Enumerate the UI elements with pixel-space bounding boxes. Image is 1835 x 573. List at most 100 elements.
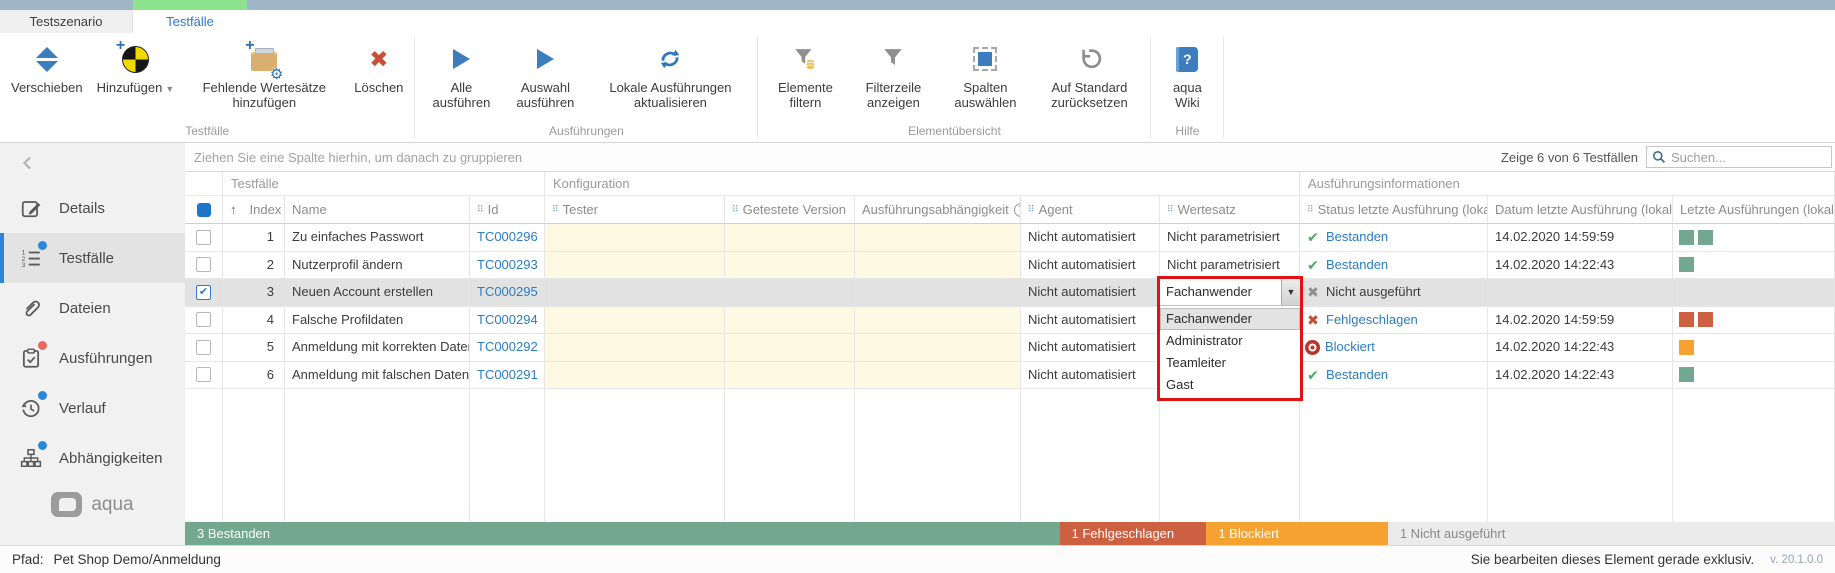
ausfuehrungsabhaengigkeit-cell[interactable] (855, 252, 1021, 280)
ausfuehrungsabhaengigkeit-cell[interactable] (855, 307, 1021, 335)
auswahl-ausfuehren-button[interactable]: Auswahl ausführen (503, 39, 587, 110)
elemente-filtern-button[interactable]: Elemente filtern (762, 39, 848, 110)
auf-standard-zuruecksetzen-button[interactable]: Auf Standard zurücksetzen (1032, 39, 1146, 110)
column-header-tester[interactable]: ⠿Tester (545, 196, 725, 224)
group-by-drop-zone[interactable]: Ziehen Sie eine Spalte hierhin, um danac… (194, 150, 522, 165)
ausfuehrungsabhaengigkeit-cell[interactable] (855, 279, 1021, 307)
ausfuehrungsabhaengigkeit-cell[interactable] (855, 362, 1021, 390)
column-header-agent[interactable]: ⠿Agent (1021, 196, 1160, 224)
hinzufuegen-button[interactable]: + Hinzufügen▼ (90, 39, 182, 97)
band-konfiguration: Konfiguration (545, 172, 1300, 196)
testcase-id-link[interactable]: TC000294 (477, 312, 538, 327)
agent-cell[interactable]: Nicht automatisiert (1021, 307, 1160, 335)
sidebar-item-details[interactable]: Details (0, 183, 185, 233)
row-checkbox[interactable] (196, 312, 211, 327)
column-header-index[interactable]: ↑Index (223, 196, 285, 224)
fehlende-wertesaetze-button[interactable]: +⚙ Fehlende Wertesätze hinzufügen (181, 39, 347, 110)
dropdown-option-teamleiter[interactable]: Teamleiter (1160, 352, 1300, 374)
row-checkbox[interactable] (196, 367, 211, 382)
sidebar-item-ausfuehrungen[interactable]: Ausführungen (0, 333, 185, 383)
dropdown-button[interactable]: ▼ (1281, 279, 1300, 305)
getestete-version-cell[interactable] (725, 279, 855, 307)
testcase-id-link[interactable]: TC000295 (477, 284, 538, 299)
dropdown-option-fachanwender[interactable]: Fachanwender (1160, 308, 1300, 330)
row-checkbox[interactable] (196, 257, 211, 272)
row-checkbox[interactable] (196, 340, 211, 355)
tester-cell[interactable] (545, 224, 725, 252)
status-link[interactable]: Fehlgeschlagen (1326, 307, 1418, 333)
sidebar-item-testfaelle[interactable]: 123 Testfälle (0, 233, 185, 283)
checkbox-cell[interactable] (185, 307, 223, 335)
testcase-id-link[interactable]: TC000293 (477, 257, 538, 272)
ribbon-group-label: Elementübersicht (758, 124, 1150, 138)
testcase-id-link[interactable]: TC000292 (477, 339, 538, 354)
tester-cell[interactable] (545, 279, 725, 307)
ausfuehrungsabhaengigkeit-cell[interactable] (855, 224, 1021, 252)
sidebar-item-abhaengigkeiten[interactable]: Abhängigkeiten (0, 433, 185, 483)
column-header-name[interactable]: Name (285, 196, 470, 224)
select-all-cell[interactable] (185, 196, 223, 224)
dropdown-combo[interactable]: Fachanwender ▼ (1160, 279, 1300, 306)
status-link[interactable]: Blockiert (1325, 334, 1375, 360)
testcase-id-link[interactable]: TC000291 (477, 367, 538, 382)
status-link[interactable]: Bestanden (1326, 224, 1388, 250)
tab-testfaelle[interactable]: Testfälle (133, 10, 247, 33)
select-all-checkbox[interactable] (197, 203, 211, 217)
ausfuehrungsabhaengigkeit-cell[interactable] (855, 334, 1021, 362)
wertesatz-cell[interactable]: Nicht parametrisiert (1160, 224, 1300, 252)
spalten-auswaehlen-button[interactable]: Spalten auswählen (938, 39, 1032, 110)
dropdown-option-administrator[interactable]: Administrator (1160, 330, 1300, 352)
getestete-version-cell[interactable] (725, 252, 855, 280)
column-header-datum[interactable]: Datum letzte Ausführung (lokal) (1488, 196, 1673, 224)
tester-cell[interactable] (545, 334, 725, 362)
dropdown-option-gast[interactable]: Gast (1160, 374, 1300, 396)
dropdown-value[interactable]: Fachanwender (1160, 279, 1281, 305)
getestete-version-cell[interactable] (725, 334, 855, 362)
agent-cell[interactable]: Nicht automatisiert (1021, 252, 1160, 280)
sidebar-item-verlauf[interactable]: Verlauf (0, 383, 185, 433)
filterzeile-anzeigen-button[interactable]: Filterzeile anzeigen (848, 39, 938, 110)
loeschen-button[interactable]: ✖ Löschen (347, 39, 410, 95)
agent-cell[interactable]: Nicht automatisiert (1021, 334, 1160, 362)
getestete-version-cell[interactable] (725, 307, 855, 335)
lokale-ausfuehrungen-aktualisieren-button[interactable]: Lokale Ausführungen aktualisieren (587, 39, 753, 110)
sidebar-item-dateien[interactable]: Dateien (0, 283, 185, 333)
agent-cell[interactable]: Nicht automatisiert (1021, 224, 1160, 252)
column-header-ausfuehrungsabhaengigkeit[interactable]: Ausführungsabhängigkeit? (855, 196, 1021, 224)
status-link[interactable]: Bestanden (1326, 252, 1388, 278)
getestete-version-cell[interactable] (725, 362, 855, 390)
search-box[interactable] (1646, 146, 1832, 168)
checkbox-cell[interactable] (185, 362, 223, 390)
testcase-id-link[interactable]: TC000296 (477, 229, 538, 244)
search-input[interactable] (1666, 150, 1831, 165)
ribbon-group-label: Hilfe (1151, 124, 1223, 138)
row-checkbox[interactable] (196, 230, 211, 245)
sidebar: Details 123 Testfälle Dateien Ausführung… (0, 143, 185, 545)
tester-cell[interactable] (545, 362, 725, 390)
info-icon[interactable]: ? (1014, 203, 1021, 217)
column-header-wertesatz[interactable]: ⠿Wertesatz (1160, 196, 1300, 224)
status-cell: Blockiert (1300, 334, 1488, 362)
verschieben-button[interactable]: Verschieben (4, 39, 90, 95)
column-header-getestete-version[interactable]: ⠿Getestete Version (725, 196, 855, 224)
tester-cell[interactable] (545, 252, 725, 280)
column-header-letzte-ausfuehrungen[interactable]: Letzte Ausführungen (lokal) (1673, 196, 1835, 224)
agent-cell[interactable]: Nicht automatisiert (1021, 362, 1160, 390)
aqua-wiki-button[interactable]: ? aqua Wiki (1155, 39, 1219, 110)
collapse-sidebar-button[interactable] (0, 143, 185, 183)
alle-ausfuehren-button[interactable]: Alle ausführen (419, 39, 503, 110)
column-header-id[interactable]: ⠿Id (470, 196, 545, 224)
column-header-status[interactable]: ⠿Status letzte Ausführung (lokal) (1300, 196, 1488, 224)
row-checkbox[interactable] (196, 285, 211, 300)
wertesatz-cell[interactable]: Nicht parametrisiert (1160, 252, 1300, 280)
getestete-version-cell[interactable] (725, 224, 855, 252)
status-link[interactable]: Bestanden (1326, 362, 1388, 388)
tester-cell[interactable] (545, 307, 725, 335)
tab-testszenario[interactable]: Testszenario (0, 10, 133, 33)
checkbox-cell[interactable] (185, 252, 223, 280)
checkbox-cell[interactable] (185, 279, 223, 307)
checkbox-cell[interactable] (185, 334, 223, 362)
checkbox-cell[interactable] (185, 224, 223, 252)
move-icon (36, 41, 58, 77)
agent-cell[interactable]: Nicht automatisiert (1021, 279, 1160, 307)
